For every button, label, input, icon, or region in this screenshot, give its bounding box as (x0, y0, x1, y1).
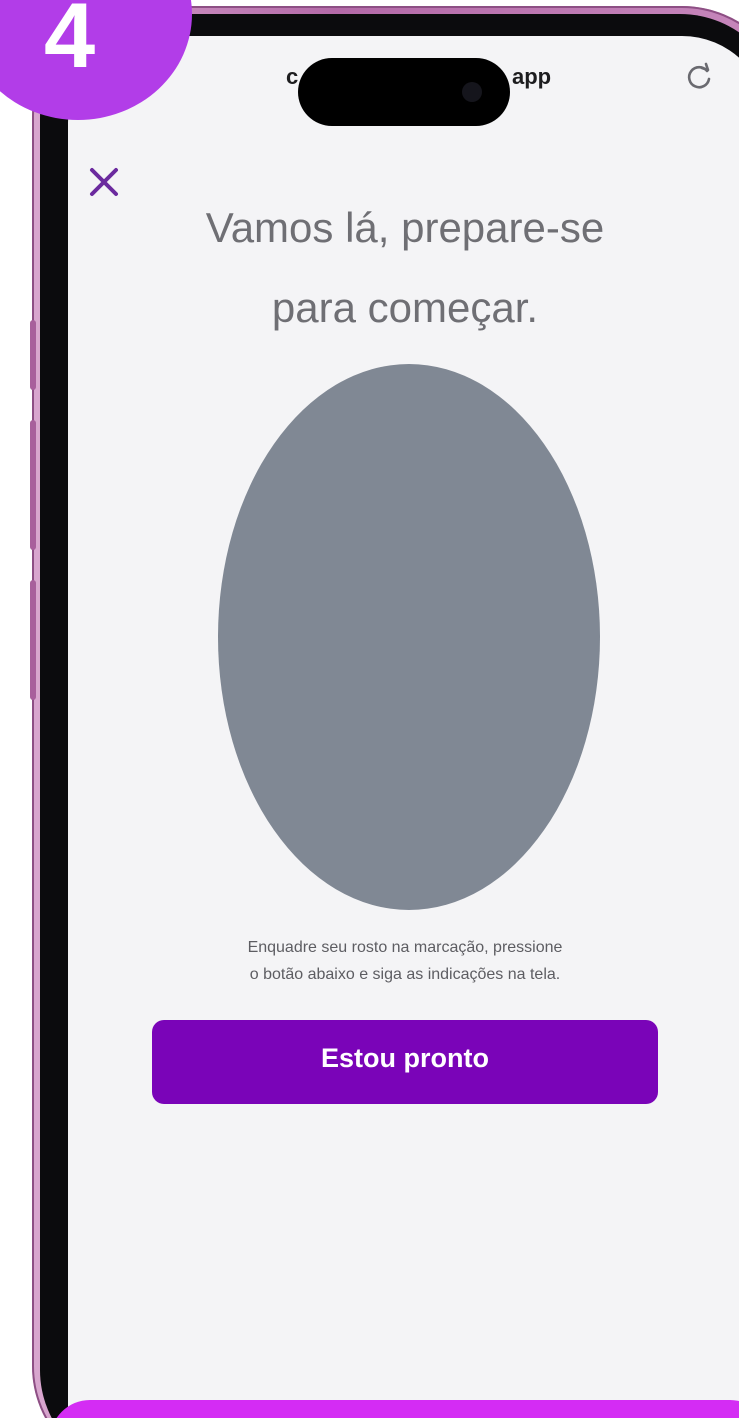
ready-button[interactable]: Estou pronto (152, 1020, 658, 1104)
instructions-line-2: o botão abaixo e siga as indicações na t… (249, 966, 561, 984)
front-camera (462, 82, 482, 102)
instructions-line-1: Enquadre seu rosto na marcação, pression… (247, 939, 563, 956)
canvas: c app 4 Vamos lá, prepare-se para começa… (0, 0, 739, 1418)
page-title: Vamos lá, prepare-se para começar. (140, 188, 670, 348)
step-number: 4 (44, 0, 96, 87)
close-icon[interactable] (84, 162, 124, 202)
face-frame-oval (218, 364, 600, 910)
side-button (30, 580, 36, 700)
instructions-text: Enquadre seu rosto na marcação, pression… (150, 934, 660, 988)
volume-down-button (30, 420, 36, 550)
volume-up-button (30, 320, 36, 390)
url-text-end: app (512, 64, 552, 89)
bottom-accent-bar (50, 1400, 739, 1418)
title-line-2: para começar. (271, 283, 539, 331)
reload-icon[interactable] (684, 62, 714, 92)
title-line-1: Vamos lá, prepare-se (205, 204, 605, 251)
url-text-start: c (286, 64, 299, 89)
